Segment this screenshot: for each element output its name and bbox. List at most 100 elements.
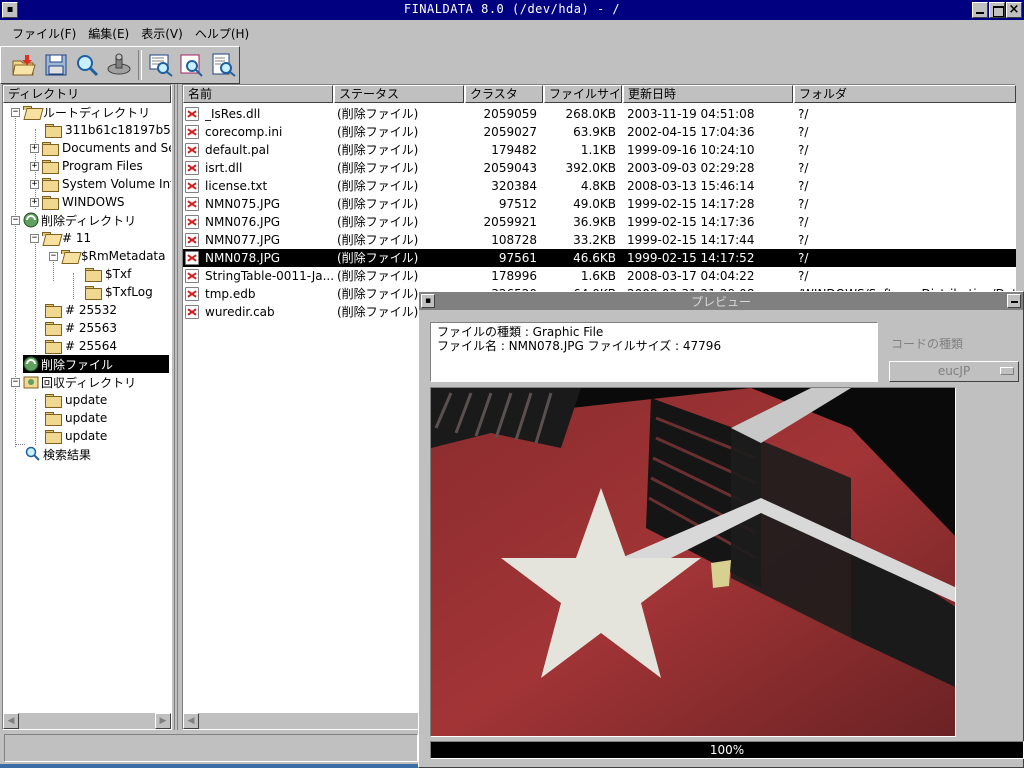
folder-icon: [42, 177, 59, 192]
table-row[interactable]: corecomp.ini (削除ファイル) 2059027 63.9KB 2002-04…: [183, 123, 1017, 141]
file-name: StringTable-0011-Ja...: [205, 269, 333, 283]
column-name[interactable]: 名前: [183, 85, 333, 103]
open-folder-icon[interactable]: [9, 50, 39, 80]
file-size: 268.0KB: [565, 107, 616, 121]
expand-icon[interactable]: +: [30, 197, 39, 207]
file-name: tmp.edb: [205, 287, 256, 301]
file-cluster: 320384: [491, 179, 537, 193]
tree-item-recovered-dirs[interactable]: − 回収ディレクトリ: [11, 373, 138, 391]
save-icon[interactable]: [41, 50, 71, 80]
folder-icon: [45, 411, 62, 426]
tree-item-folder[interactable]: + Documents and Settings: [30, 139, 171, 157]
file-name: NMN078.JPG: [205, 251, 281, 265]
file-size: 63.9KB: [573, 125, 616, 139]
table-row[interactable]: _IsRes.dll (削除ファイル) 2059059 268.0KB 2003-11-…: [183, 105, 1017, 123]
file-status: (削除ファイル): [337, 161, 419, 175]
deleted-file-icon: [185, 215, 199, 229]
menu-edit[interactable]: 編集(E): [82, 23, 135, 44]
table-row[interactable]: license.txt (削除ファイル) 320384 4.8KB 2008-03-13…: [183, 177, 1017, 195]
tree-item-folder[interactable]: # 25564: [45, 337, 119, 355]
minimize-button[interactable]: [972, 2, 988, 18]
file-size: 46.6KB: [573, 251, 616, 265]
menu-help[interactable]: ヘルプ(H): [189, 23, 255, 44]
zoom-preview-icon[interactable]: [178, 50, 208, 80]
directory-tree: − ルートディレクトリ 311b61c18197b505 + Documents…: [3, 103, 171, 713]
file-modified: 1999-09-16 10:24:10: [627, 143, 755, 157]
tree-item-folder[interactable]: update: [45, 427, 109, 445]
collapse-icon[interactable]: −: [11, 215, 20, 225]
table-row[interactable]: NMN075.JPG (削除ファイル) 97512 49.0KB 1999-02-15 …: [183, 195, 1017, 213]
collapse-icon[interactable]: −: [30, 233, 39, 243]
tree-header: ディレクトリ: [3, 85, 171, 103]
tree-item-folder[interactable]: update: [45, 391, 109, 409]
tree-item-deleted-files[interactable]: 削除ファイル: [23, 355, 169, 373]
pane-splitter[interactable]: [172, 84, 180, 730]
scroll-left-icon[interactable]: ◀: [183, 713, 199, 729]
tree-item-folder[interactable]: − # 11: [30, 229, 93, 247]
file-modified: 1999-02-15 14:17:44: [627, 233, 755, 247]
tree-item-folder[interactable]: # 25563: [45, 319, 119, 337]
tree-item-folder[interactable]: 311b61c18197b505: [45, 121, 171, 139]
table-row[interactable]: default.pal (削除ファイル) 179482 1.1KB 1999-09-16…: [183, 141, 1017, 159]
tree-item-folder[interactable]: update: [45, 409, 109, 427]
table-row[interactable]: NMN077.JPG (削除ファイル) 108728 33.2KB 1999-02-15…: [183, 231, 1017, 249]
table-row[interactable]: NMN078.JPG (削除ファイル) 97561 46.6KB 1999-02-15 …: [183, 249, 1017, 267]
file-status: (削除ファイル): [337, 125, 419, 139]
preview-title: プレビュー: [690, 295, 751, 309]
file-name: default.pal: [205, 143, 270, 157]
tree-item-folder[interactable]: + WINDOWS: [30, 193, 127, 211]
file-status: (削除ファイル): [337, 269, 419, 283]
table-row[interactable]: StringTable-0011-Ja... (削除ファイル) 178996 1.6K…: [183, 267, 1017, 285]
scroll-right-icon[interactable]: ▶: [155, 713, 171, 729]
table-row[interactable]: NMN076.JPG (削除ファイル) 2059921 36.9KB 1999-02-1…: [183, 213, 1017, 231]
expand-icon[interactable]: +: [30, 179, 39, 189]
deleted-file-icon: [185, 143, 199, 157]
tree-item-folder[interactable]: $Txf: [85, 265, 133, 283]
preview-minimize-button[interactable]: [1007, 294, 1021, 308]
deleted-file-icon: [185, 287, 199, 301]
tree-item-folder[interactable]: − $RmMetadata: [49, 247, 168, 265]
tree-item-deleted-dirs[interactable]: − 削除ディレクトリ: [11, 211, 138, 229]
close-button[interactable]: ×: [1006, 2, 1022, 18]
file-size: 49.0KB: [573, 197, 616, 211]
collapse-icon[interactable]: −: [11, 377, 20, 387]
expand-icon[interactable]: +: [30, 161, 39, 171]
column-file-size[interactable]: ファイルサイズ: [544, 85, 622, 103]
expand-icon[interactable]: +: [30, 143, 39, 153]
recover-icon[interactable]: [104, 50, 134, 80]
list-horizontal-scrollbar[interactable]: ◀: [183, 713, 419, 729]
code-type-select[interactable]: eucJP: [889, 361, 1019, 382]
find-file-icon[interactable]: [209, 50, 239, 80]
collapse-icon[interactable]: −: [49, 251, 58, 261]
file-list-header: 名前 ステータス クラスタ ファイルサイズ 更新日時 フォルダ: [183, 85, 1017, 103]
column-modified[interactable]: 更新日時: [623, 85, 793, 103]
tree-item-folder[interactable]: + Program Files: [30, 157, 145, 175]
file-folder: ?/: [798, 251, 809, 265]
collapse-icon[interactable]: −: [11, 107, 20, 117]
dropdown-arrow-icon[interactable]: [1000, 367, 1014, 375]
deleted-file-icon: [185, 251, 199, 265]
file-status: (削除ファイル): [337, 107, 419, 121]
column-folder[interactable]: フォルダ: [794, 85, 1016, 103]
tree-horizontal-scrollbar[interactable]: ◀ ▶: [3, 713, 171, 729]
search-icon[interactable]: [72, 50, 102, 80]
preview-icon[interactable]: [146, 50, 176, 80]
column-status[interactable]: ステータス: [334, 85, 464, 103]
tree-item-folder[interactable]: # 25532: [45, 301, 119, 319]
deleted-file-icon: [185, 305, 199, 319]
menu-file[interactable]: ファイル(F): [6, 23, 82, 44]
preview-title-bar[interactable]: ▪ プレビュー: [419, 292, 1023, 310]
file-name: NMN076.JPG: [205, 215, 281, 229]
menu-view[interactable]: 表示(V): [135, 23, 189, 44]
maximize-button[interactable]: [989, 2, 1005, 18]
tree-item-root[interactable]: − ルートディレクトリ: [11, 103, 152, 121]
tree-item-folder[interactable]: $TxfLog: [85, 283, 155, 301]
scroll-left-icon[interactable]: ◀: [3, 713, 19, 729]
tree-item-folder[interactable]: + System Volume Information: [30, 175, 171, 193]
table-row[interactable]: isrt.dll (削除ファイル) 2059043 392.0KB 2003-09-03…: [183, 159, 1017, 177]
column-cluster[interactable]: クラスタ: [465, 85, 543, 103]
tree-item-search-results[interactable]: 検索結果: [25, 445, 93, 463]
preview-image: [430, 387, 956, 737]
folder-icon: [45, 339, 62, 354]
file-status: (削除ファイル): [337, 143, 419, 157]
